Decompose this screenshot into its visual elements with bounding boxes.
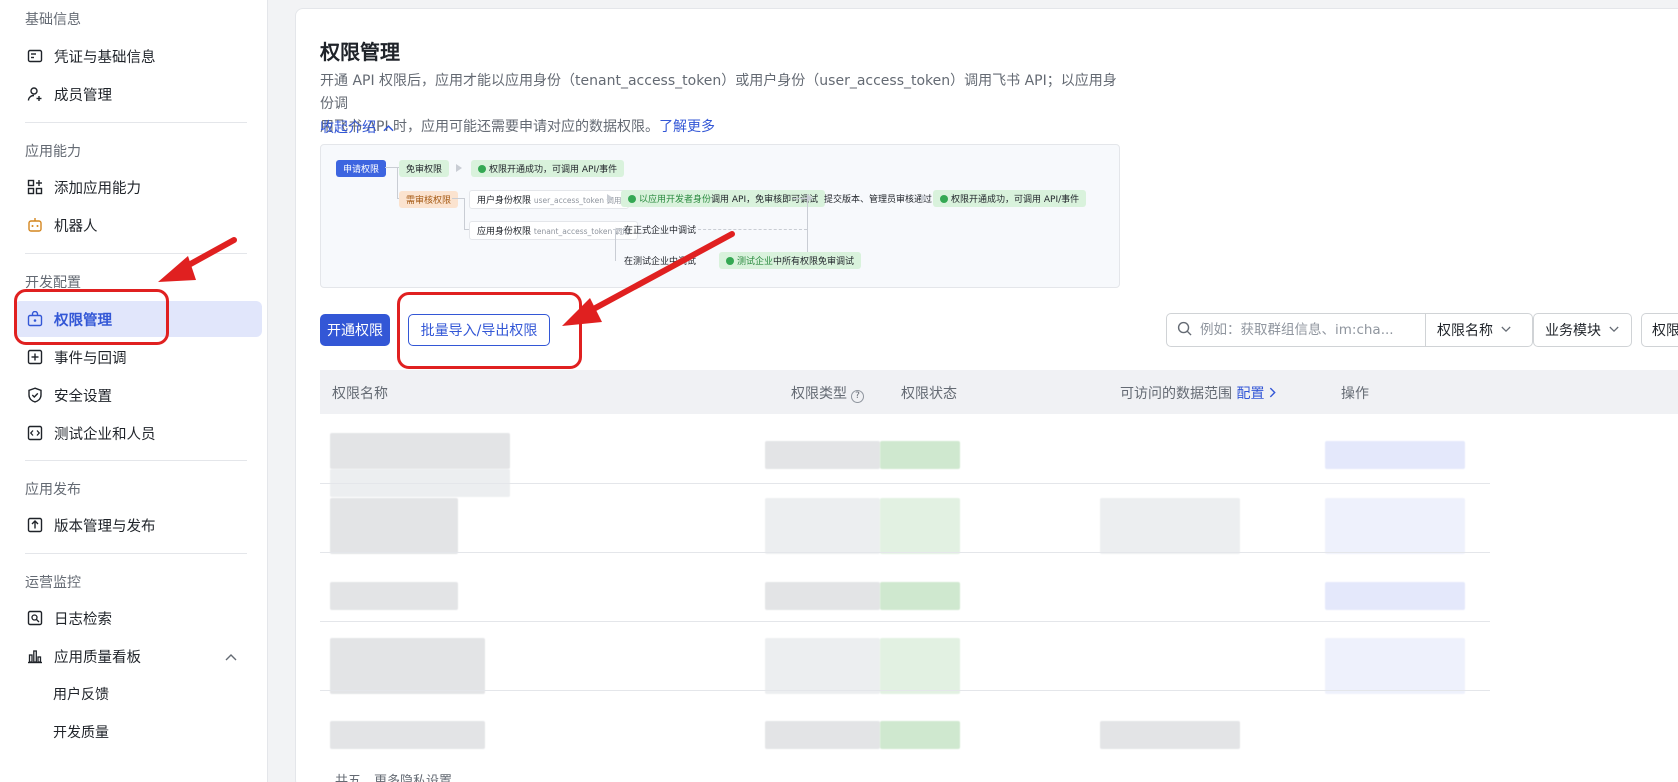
footer-text: 共五、更多隐私设置: [335, 774, 453, 782]
annotation-arrows: [158, 231, 735, 326]
